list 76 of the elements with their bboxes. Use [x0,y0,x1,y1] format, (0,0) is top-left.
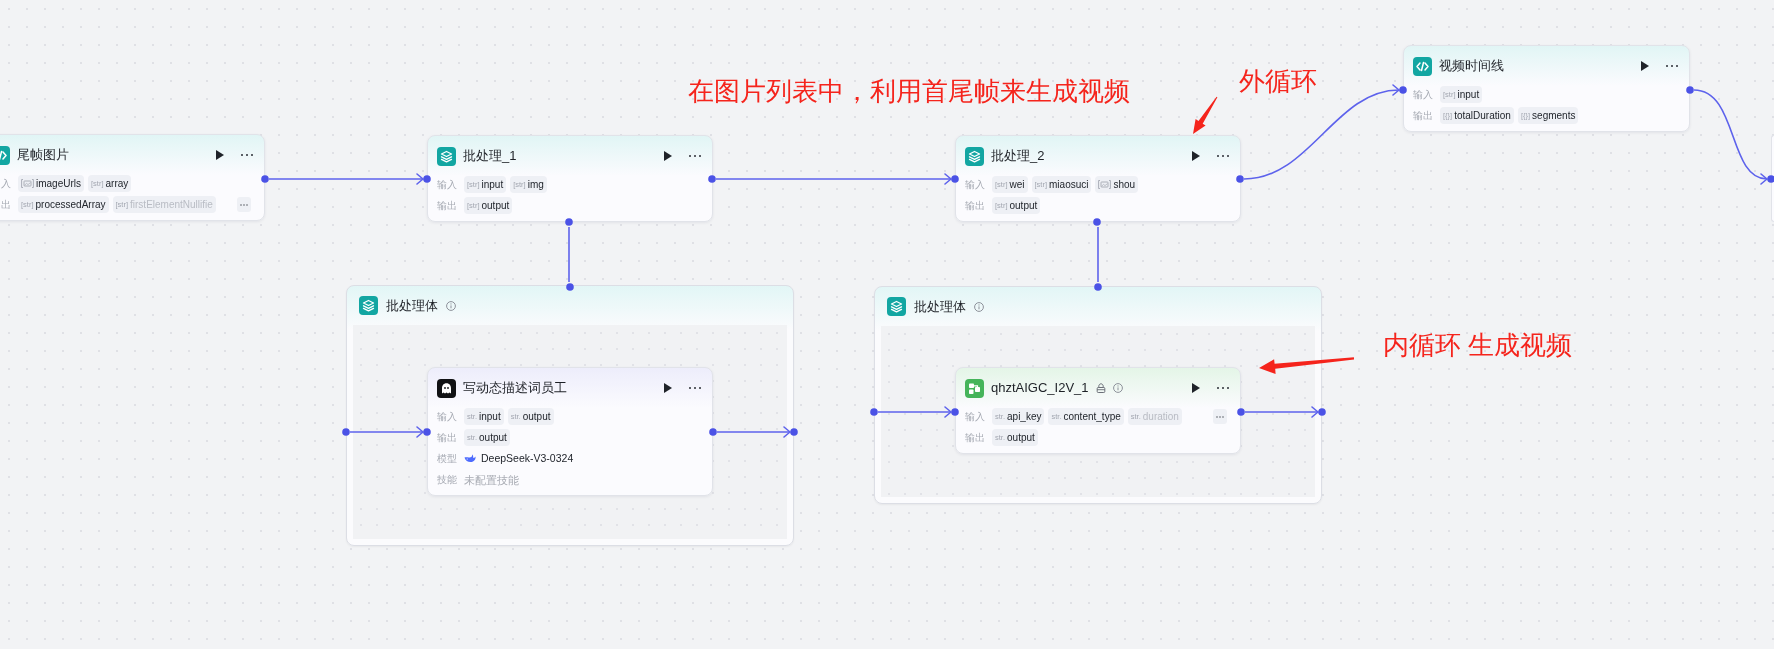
node-title: 尾帧图片 [17,147,69,163]
parameter-name: array [105,177,129,190]
parameter-name: wei [1009,178,1025,191]
row-label: 入 [1,177,11,190]
play-icon [1191,383,1200,393]
parameter-name: segments [1532,109,1576,122]
parameter-name: output [522,410,551,423]
parameter-name: output [481,199,510,212]
node-title: 批处理_1 [463,148,517,164]
info-icon[interactable] [974,301,984,312]
parameter-name: img [527,178,544,191]
image-list-icon [21,179,34,188]
play-icon [663,151,672,161]
run-button[interactable] [1191,383,1200,393]
layers-icon [359,296,378,315]
ghost-icon [437,378,456,398]
layers-icon [437,146,456,166]
annotation-text: 内循环 生成视频 [1383,330,1573,361]
row-label: 输出 [1413,109,1433,122]
model-name: DeepSeek-V3-0324 [481,452,574,465]
layers-icon [887,297,906,316]
row-label: 输入 [437,410,457,423]
parameter-name: output [1009,199,1038,212]
annotation-text: 在图片列表中，利用首尾帧来生成视频 [688,76,1130,107]
parameter-name: miaosuci [1049,178,1089,191]
run-button[interactable] [1191,151,1200,161]
parameter-name: api_key [1007,410,1042,423]
play-icon [1191,151,1200,161]
parameter-name: input [479,410,501,423]
play-icon [663,383,672,393]
connector-line [568,226,570,283]
row-label: 出 [1,198,11,211]
run-button[interactable] [663,151,672,161]
play-icon [215,150,224,160]
whale-icon [464,454,476,463]
annotation-arrow [1193,96,1218,134]
run-button[interactable] [215,150,224,160]
layers-icon [965,146,984,166]
row-label: 输出 [437,199,457,212]
parameter-name: input [481,178,504,191]
row-value: 未配置技能 [464,472,519,487]
row-label: 输出 [437,431,457,444]
parameter-name: shou [1113,178,1136,191]
code-icon [1413,56,1432,76]
info-icon[interactable] [1112,383,1123,393]
connector-line [1097,226,1099,283]
row-label: 技能 [437,473,457,486]
row-label: 输入 [965,178,985,191]
row-label: 输出 [965,431,985,444]
more-icon [1216,415,1224,418]
more-icon [240,203,248,206]
parameter-name: output [479,431,507,444]
row-label: 模型 [437,452,457,465]
image-list-icon [1098,180,1112,189]
run-button[interactable] [1640,61,1649,71]
node-title: qhztAIGC_I2V_1 [991,380,1089,396]
info-icon[interactable] [446,300,456,311]
parameter-name: input [1457,88,1480,101]
parameter-name: totalDuration [1454,109,1511,122]
parameter-name: output [1007,431,1035,444]
row-label: 输出 [965,199,985,212]
node-title: 写动态描述词员工 [463,380,567,396]
panel-title: 批处理体 [914,298,966,315]
parameter-name: imageUrls [36,177,81,190]
blocks-icon [965,378,984,398]
play-icon [1640,61,1649,71]
parameter-name: processedArray [35,198,106,211]
row-label: 输入 [965,410,985,423]
row-label: 输入 [1413,88,1433,101]
parameter-name: content_type [1063,410,1121,423]
node-title: 批处理_2 [991,148,1045,164]
run-button[interactable] [663,383,672,393]
node-title: 视频时间线 [1439,58,1504,74]
row-label: 输入 [437,178,457,191]
panel-title: 批处理体 [386,297,438,314]
annotation-text: 外循环 [1239,66,1317,97]
